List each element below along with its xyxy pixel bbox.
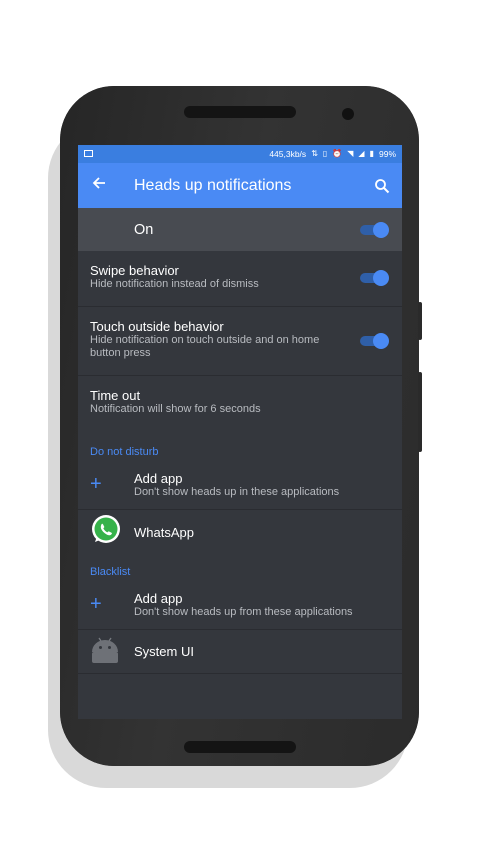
blacklist-app-system-ui[interactable]: System UI (78, 630, 402, 674)
pref-title: Time out (90, 388, 141, 403)
app-name: WhatsApp (134, 524, 194, 540)
plus-icon: + (90, 593, 102, 615)
app-name: System UI (134, 644, 194, 659)
bottom-speaker (184, 741, 296, 753)
volume-button (418, 372, 422, 452)
battery-icon: ▮ (369, 149, 374, 158)
touch-outside-toggle[interactable] (360, 333, 389, 349)
status-bar: 445,3kb/s ⇅ ▯ ⏰ ◥ ◢ ▮ 99% (78, 145, 402, 163)
pref-title: Swipe behavior (90, 263, 179, 278)
pref-summary: Notification will show for 6 seconds (90, 403, 261, 415)
earpiece (184, 106, 296, 118)
pref-touch-outside[interactable]: Touch outside behavior Hide notification… (78, 307, 402, 376)
battery-percent: 99% (378, 149, 396, 159)
blacklist-add-app[interactable]: + Add app Don't show heads up from these… (78, 580, 402, 630)
pref-swipe-behavior[interactable]: Swipe behavior Hide notification instead… (78, 251, 402, 307)
network-speed: 445,3kb/s (269, 149, 307, 159)
add-app-summary: Don't show heads up in these application… (134, 485, 340, 498)
alarm-icon: ⏰ (332, 149, 343, 158)
data-arrows-icon: ⇅ (311, 149, 318, 158)
image-notification-icon (84, 150, 93, 157)
whatsapp-icon (78, 514, 134, 551)
section-header-blacklist: Blacklist (90, 566, 131, 578)
plus-icon: + (90, 473, 102, 495)
android-icon (78, 634, 134, 669)
pref-summary: Hide notification on touch outside and o… (90, 334, 320, 359)
pref-title: Touch outside behavior (90, 319, 224, 334)
master-toggle[interactable] (360, 221, 389, 238)
app-bar: Heads up notifications (78, 163, 402, 208)
power-button (418, 302, 422, 340)
vibrate-icon: ▯ (322, 149, 328, 158)
search-icon[interactable] (362, 178, 402, 194)
master-switch-label: On (134, 221, 154, 238)
front-camera (342, 108, 354, 120)
pref-summary: Hide notification instead of dismiss (90, 278, 259, 290)
pref-time-out[interactable]: Time out Notification will show for 6 se… (78, 376, 402, 434)
master-switch-row[interactable]: On (78, 208, 402, 251)
dnd-add-app[interactable]: + Add app Don't show heads up in these a… (78, 460, 402, 510)
section-header-dnd: Do not disturb (90, 446, 159, 458)
page-title: Heads up notifications (134, 176, 292, 194)
screen: 445,3kb/s ⇅ ▯ ⏰ ◥ ◢ ▮ 99% Heads up notif… (78, 145, 402, 719)
add-app-title: Add app (134, 590, 183, 606)
wifi-icon: ◥ (347, 149, 354, 158)
add-app-summary: Don't show heads up from these applicati… (134, 605, 353, 618)
signal-icon: ◢ (358, 149, 365, 158)
dnd-app-whatsapp[interactable]: WhatsApp (78, 510, 402, 554)
add-app-title: Add app (134, 470, 183, 486)
back-arrow-icon[interactable] (78, 175, 120, 196)
swipe-behavior-toggle[interactable] (360, 270, 389, 286)
